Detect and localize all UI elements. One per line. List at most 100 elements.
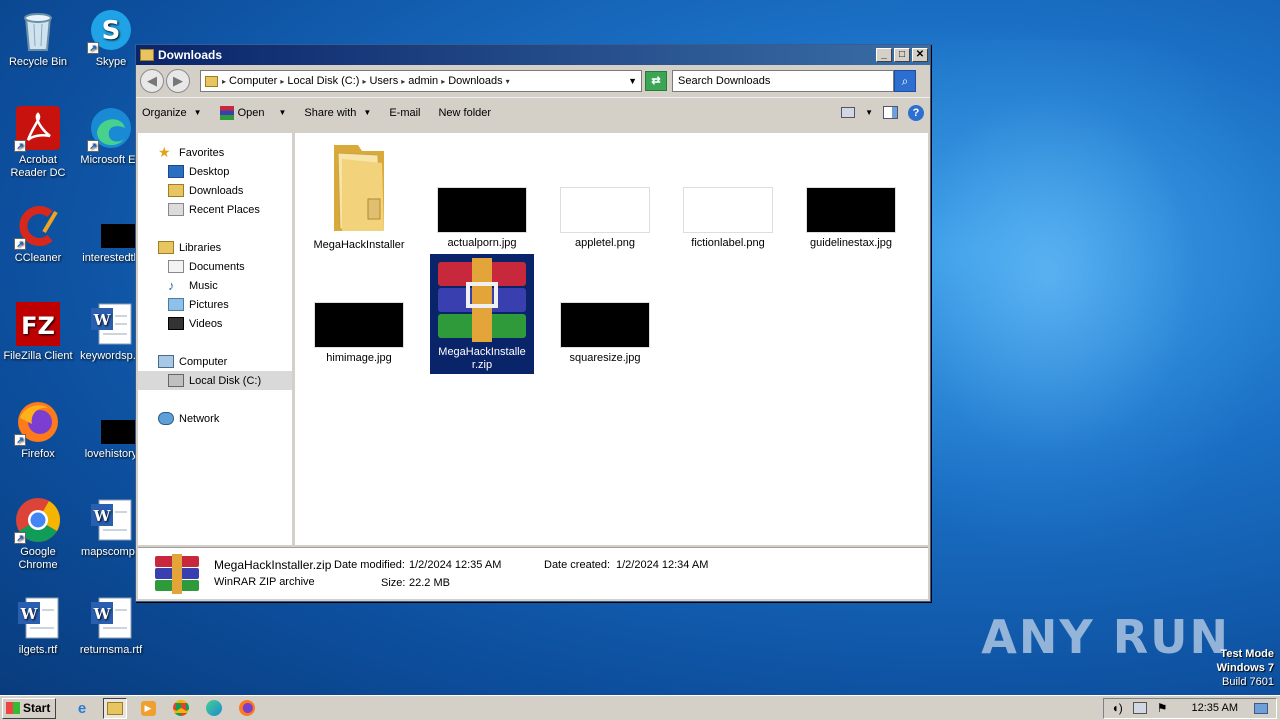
network-tray-icon[interactable] bbox=[1132, 702, 1147, 714]
nav-pictures[interactable]: Pictures bbox=[138, 295, 292, 314]
back-button[interactable]: ◀ bbox=[140, 69, 164, 93]
desktop-icon-recycle-bin[interactable]: Recycle Bin bbox=[0, 6, 76, 69]
start-label: Start bbox=[23, 701, 51, 715]
nav-videos[interactable]: Videos bbox=[138, 314, 292, 333]
file-item-squaresize[interactable]: squaresize.jpg bbox=[553, 302, 657, 365]
desktop-icon-returnsma[interactable]: W returnsma.rtf bbox=[73, 594, 149, 657]
taskbar: Start e ▶ ◖) ⚑ 12:35 AM bbox=[0, 695, 1280, 720]
breadcrumb-users[interactable]: Users bbox=[369, 75, 398, 87]
shortcut-arrow-icon: ↗ bbox=[14, 532, 26, 544]
image-thumbnail bbox=[437, 187, 527, 233]
recent-places-icon bbox=[168, 203, 184, 216]
address-history-dropdown-icon[interactable]: ▼ bbox=[628, 76, 637, 86]
file-item-guidelinestax[interactable]: guidelinestax.jpg bbox=[799, 187, 903, 250]
desktop-icon-firefox[interactable]: ↗ Firefox bbox=[0, 398, 76, 461]
desktop-icon-label: Recycle Bin bbox=[8, 56, 68, 68]
file-item-megahackinstaller-zip[interactable]: MegaHackInstaller.zip bbox=[430, 254, 534, 374]
nav-computer[interactable]: Computer bbox=[138, 352, 292, 371]
preview-pane-icon[interactable] bbox=[883, 106, 898, 119]
show-desktop-icon[interactable] bbox=[1254, 702, 1268, 714]
volume-icon[interactable]: ◖) bbox=[1112, 701, 1123, 715]
ccleaner-icon: ↗ bbox=[14, 202, 62, 250]
nav-downloads[interactable]: Downloads bbox=[138, 181, 292, 200]
breadcrumb-computer[interactable]: Computer bbox=[229, 75, 277, 87]
desktop-icon-filezilla[interactable]: FZ FileZilla Client bbox=[0, 300, 76, 363]
recycle-bin-icon bbox=[14, 6, 62, 54]
nav-recent-places[interactable]: Recent Places bbox=[138, 200, 292, 219]
window-title: Downloads bbox=[158, 48, 223, 62]
file-item-appletel[interactable]: appletel.png bbox=[553, 187, 657, 250]
edge-taskbar-icon[interactable] bbox=[202, 698, 226, 719]
os-label: Windows 7 bbox=[1216, 662, 1274, 674]
desktop-icon-ilgets[interactable]: W ilgets.rtf bbox=[0, 594, 76, 657]
file-name: himimage.jpg bbox=[326, 352, 392, 364]
organize-button[interactable]: Organize ▼ bbox=[142, 107, 202, 119]
skype-icon: S ↗ bbox=[87, 6, 135, 54]
minimize-button[interactable]: _ bbox=[876, 48, 892, 62]
breadcrumb-local-disk[interactable]: Local Disk (C:) bbox=[287, 75, 359, 87]
firefox-taskbar-icon[interactable] bbox=[235, 698, 259, 719]
shortcut-arrow-icon: ↗ bbox=[87, 140, 99, 152]
nav-label: Documents bbox=[189, 260, 245, 273]
file-name: squaresize.jpg bbox=[569, 352, 641, 364]
chevron-right-icon: ▸ bbox=[401, 76, 406, 86]
new-folder-button[interactable]: New folder bbox=[438, 107, 491, 119]
file-item-actualporn[interactable]: actualporn.jpg bbox=[430, 187, 534, 250]
close-button[interactable]: ✕ bbox=[912, 48, 928, 62]
nav-desktop[interactable]: Desktop bbox=[138, 162, 292, 181]
clock[interactable]: 12:35 AM bbox=[1192, 702, 1238, 714]
nav-documents[interactable]: Documents bbox=[138, 257, 292, 276]
shortcut-arrow-icon: ↗ bbox=[14, 238, 26, 250]
downloads-folder-icon bbox=[168, 184, 184, 197]
maximize-button[interactable]: □ bbox=[894, 48, 910, 62]
nav-label: Network bbox=[179, 412, 220, 425]
email-button[interactable]: E-mail bbox=[389, 107, 420, 119]
word-document-icon: W bbox=[14, 594, 62, 642]
search-icon[interactable]: ⌕ bbox=[894, 70, 916, 92]
dropdown-arrow-icon: ▼ bbox=[193, 108, 202, 117]
nav-music[interactable]: ♪ Music bbox=[138, 276, 292, 295]
internet-explorer-icon[interactable]: e bbox=[70, 698, 94, 719]
desktop-icon-acrobat[interactable]: ↗ Acrobat Reader DC bbox=[0, 104, 76, 180]
pictures-icon bbox=[168, 298, 184, 311]
file-item-megahackinstaller-folder[interactable]: MegaHackInstaller bbox=[307, 139, 411, 252]
folder-icon bbox=[205, 75, 218, 87]
nav-network[interactable]: Network bbox=[138, 409, 292, 428]
breadcrumb-admin[interactable]: admin bbox=[408, 75, 438, 87]
search-input[interactable]: Search Downloads bbox=[672, 70, 894, 92]
nav-favorites[interactable]: ★ Favorites bbox=[138, 143, 292, 162]
file-list: MegaHackInstaller actualporn.jpg applete… bbox=[295, 133, 928, 545]
open-button[interactable]: Open ▼ bbox=[219, 105, 286, 120]
address-bar[interactable]: ▸ Computer ▸ Local Disk (C:) ▸ Users ▸ a… bbox=[200, 70, 642, 92]
forward-button[interactable]: ▶ bbox=[166, 69, 190, 93]
share-with-button[interactable]: Share with ▼ bbox=[304, 107, 371, 119]
nav-label: Pictures bbox=[189, 298, 229, 311]
desktop-icon-ccleaner[interactable]: ↗ CCleaner bbox=[0, 202, 76, 265]
address-row: ◀ ▶ ▸ Computer ▸ Local Disk (C:) ▸ Users… bbox=[136, 65, 930, 97]
desktop-icon-label: CCleaner bbox=[14, 252, 62, 264]
desktop-icon-chrome[interactable]: ↗ Google Chrome bbox=[0, 496, 76, 572]
start-button[interactable]: Start bbox=[2, 697, 56, 719]
nav-local-disk[interactable]: Local Disk (C:) bbox=[138, 371, 292, 390]
action-center-flag-icon[interactable]: ⚑ bbox=[1157, 701, 1168, 715]
nav-label: Videos bbox=[189, 317, 223, 330]
media-player-icon[interactable]: ▶ bbox=[136, 698, 160, 719]
refresh-button[interactable]: ⇄ bbox=[645, 71, 667, 91]
title-bar[interactable]: Downloads _ □ ✕ bbox=[136, 45, 930, 65]
image-thumbnail bbox=[560, 302, 650, 348]
anyrun-watermark: ANY RUN bbox=[981, 610, 1230, 664]
file-name: appletel.png bbox=[575, 237, 635, 249]
folder-icon bbox=[140, 49, 154, 61]
help-icon[interactable]: ? bbox=[908, 104, 924, 121]
drive-icon bbox=[168, 374, 184, 387]
explorer-taskbar-icon[interactable] bbox=[103, 697, 127, 719]
file-item-himimage[interactable]: himimage.jpg bbox=[307, 302, 411, 365]
explorer-window: Downloads _ □ ✕ ◀ ▶ ▸ Computer ▸ Local D… bbox=[135, 44, 931, 602]
change-view-icon[interactable] bbox=[841, 107, 856, 118]
documents-icon bbox=[168, 260, 184, 273]
chrome-taskbar-icon[interactable] bbox=[169, 698, 193, 719]
file-item-fictionlabel[interactable]: fictionlabel.png bbox=[676, 187, 780, 250]
view-dropdown-icon[interactable]: ▼ bbox=[865, 108, 873, 117]
breadcrumb-downloads[interactable]: Downloads bbox=[448, 75, 502, 87]
nav-libraries[interactable]: Libraries bbox=[138, 238, 292, 257]
